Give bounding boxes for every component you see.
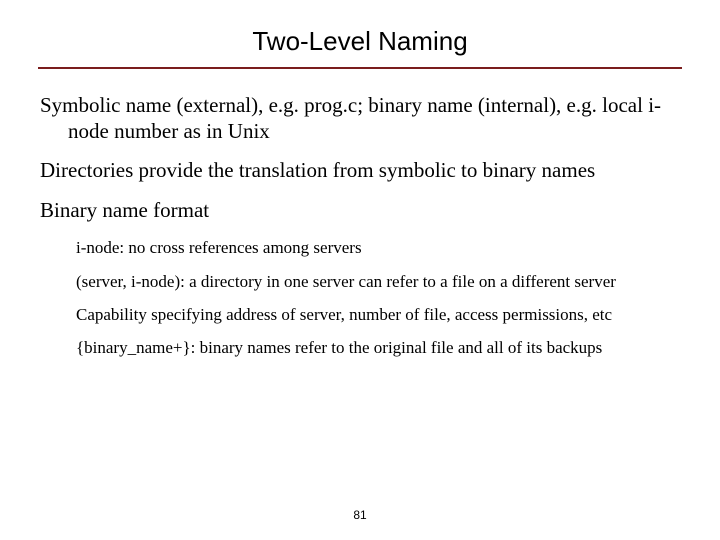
bullet-level2: {binary_name+}: binary names refer to th…: [40, 337, 680, 358]
bullet-level2: (server, i-node): a directory in one ser…: [40, 271, 680, 292]
slide: Two-Level Naming Symbolic name (external…: [0, 0, 720, 540]
bullet-level1: Symbolic name (external), e.g. prog.c; b…: [40, 93, 680, 144]
title-divider: [38, 67, 682, 69]
bullet-level2: i-node: no cross references among server…: [40, 237, 680, 258]
page-number: 81: [0, 508, 720, 522]
slide-title: Two-Level Naming: [38, 26, 682, 57]
slide-body: Symbolic name (external), e.g. prog.c; b…: [38, 93, 682, 358]
bullet-level1: Binary name format: [40, 198, 680, 224]
bullet-level1: Directories provide the translation from…: [40, 158, 680, 184]
bullet-level2: Capability specifying address of server,…: [40, 304, 680, 325]
